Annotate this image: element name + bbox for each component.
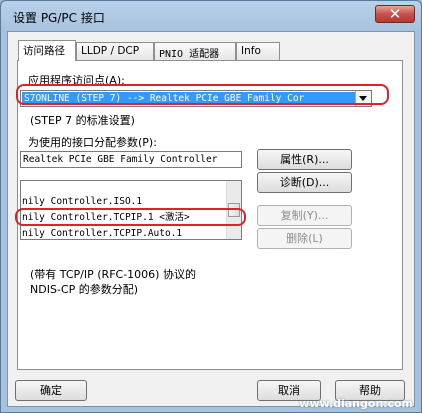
copy-button[interactable]: 复制(Y)... bbox=[257, 205, 352, 226]
interface-listbox[interactable]: nily Controller.ISO.1 nily Controller.TC… bbox=[20, 180, 242, 240]
scrollbar-thumb[interactable] bbox=[228, 203, 240, 217]
access-point-label: 应用程序访问点(A): bbox=[28, 74, 125, 87]
interface-description-line2: NDIS-CP 的参数分配) bbox=[30, 283, 138, 296]
list-item-tcpip[interactable]: nily Controller.TCPIP.1 <激活> bbox=[21, 211, 190, 225]
access-point-dropdown[interactable]: S7ONLINE (STEP 7) --> Realtek PCIe GBE F… bbox=[20, 90, 372, 107]
chevron-down-icon[interactable] bbox=[355, 91, 371, 106]
access-point-selected: S7ONLINE (STEP 7) --> Realtek PCIe GBE F… bbox=[22, 92, 355, 105]
close-button[interactable]: ✕ bbox=[375, 5, 415, 23]
interface-field[interactable]: Realtek PCIe GBE Family Controller bbox=[20, 151, 242, 168]
close-icon: ✕ bbox=[388, 5, 402, 23]
listbox-scrollbar[interactable] bbox=[226, 181, 241, 239]
interface-label: 为使用的接口分配参数(P): bbox=[28, 136, 157, 149]
diagnostics-button[interactable]: 诊断(D)... bbox=[257, 172, 352, 193]
list-item-tcpip-auto[interactable]: nily Controller.TCPIP.Auto.1 bbox=[21, 227, 182, 239]
tab-pnio-adapter[interactable]: PNIO 适配器 bbox=[154, 42, 236, 60]
list-item-iso[interactable]: nily Controller.ISO.1 bbox=[21, 195, 142, 209]
access-point-note: (STEP 7 的标准设置) bbox=[30, 114, 135, 127]
window-title: 设置 PG/PC 接口 bbox=[13, 11, 105, 25]
dialog-window: 设置 PG/PC 接口 ✕ 访问路径 LLDP / DCP PNIO 适配器 I… bbox=[0, 0, 422, 413]
watermark-text: www.diangon.com bbox=[299, 397, 413, 410]
properties-button[interactable]: 属性(R)... bbox=[257, 149, 352, 170]
tab-info[interactable]: Info bbox=[236, 42, 280, 60]
tab-lldp-dcp[interactable]: LLDP / DCP bbox=[76, 42, 154, 60]
dialog-client-area: 访问路径 LLDP / DCP PNIO 适配器 Info 应用程序访问点(A)… bbox=[7, 31, 415, 407]
delete-button[interactable]: 删除(L) bbox=[257, 228, 352, 249]
interface-description-line1: (带有 TCP/IP (RFC-1006) 协议的 bbox=[30, 268, 196, 281]
ok-button[interactable]: 确定 bbox=[15, 380, 87, 401]
title-bar[interactable]: 设置 PG/PC 接口 ✕ bbox=[1, 1, 421, 31]
tab-access-path[interactable]: 访问路径 bbox=[18, 40, 76, 61]
